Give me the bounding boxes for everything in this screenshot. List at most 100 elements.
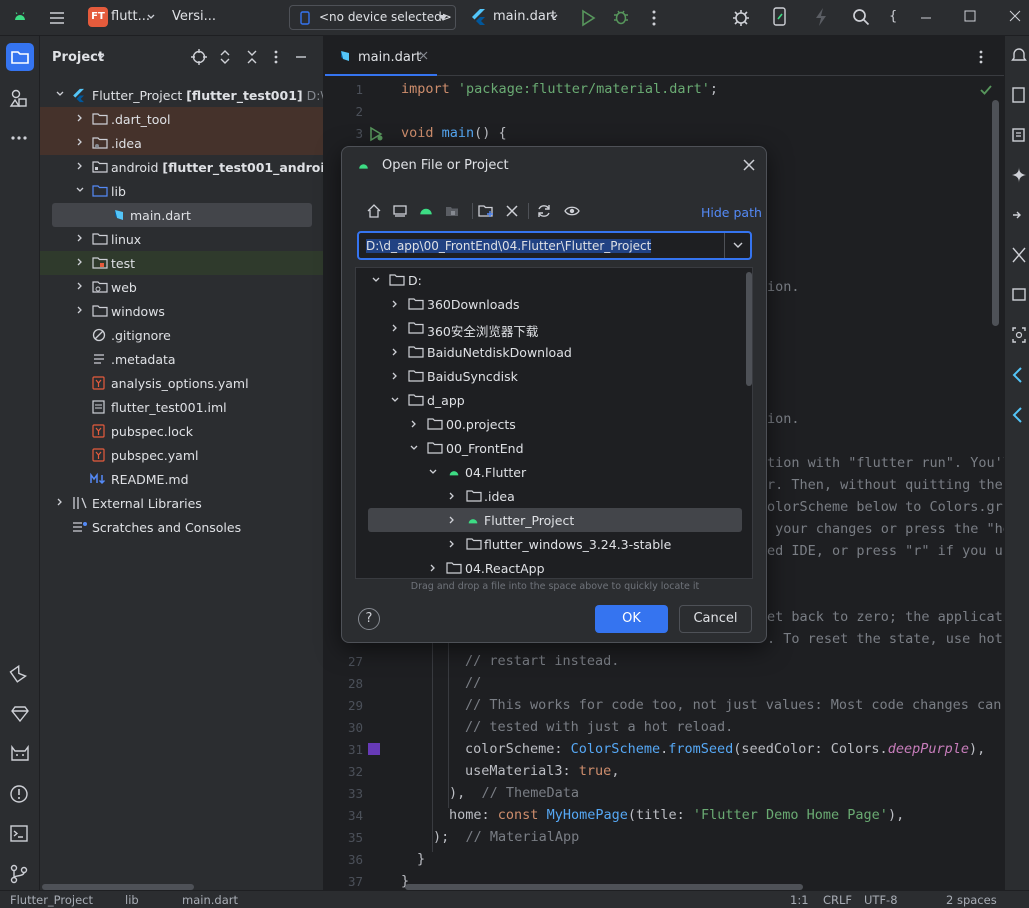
tools-icon[interactable] [1011, 246, 1027, 264]
cancel-button[interactable]: Cancel [679, 605, 752, 633]
chevron-right-icon[interactable] [75, 305, 85, 315]
device-selector[interactable]: <no device selected> [289, 5, 456, 30]
run-icon[interactable] [580, 9, 596, 27]
terminal-icon[interactable] [6, 822, 34, 846]
git-icon[interactable] [6, 862, 34, 886]
app-inspection-icon[interactable] [6, 742, 34, 766]
chevron-right-icon[interactable] [55, 497, 65, 507]
gem-icon[interactable] [6, 702, 34, 726]
running-devices-icon[interactable] [1011, 286, 1027, 304]
code-line[interactable]: // restart instead. [465, 653, 619, 669]
color-swatch-icon[interactable] [368, 743, 380, 755]
chevron-right-icon[interactable] [447, 491, 457, 501]
chevron-right-icon[interactable] [75, 161, 85, 171]
chevron-right-icon[interactable] [75, 113, 85, 123]
chevron-right-icon[interactable] [75, 257, 85, 267]
tree-row-folder[interactable]: 04.Flutter [356, 460, 752, 484]
code-line[interactable]: void main() { [401, 125, 507, 141]
tree-row-folder[interactable]: 00.projects [356, 412, 752, 436]
code-fragment[interactable]: r. Then, without quitting the [767, 477, 1003, 493]
tree-row-gitignore[interactable]: .gitignore [40, 323, 323, 347]
device-file-explorer-icon[interactable] [1011, 126, 1027, 144]
expand-all-icon[interactable] [218, 49, 232, 65]
chevron-down-icon[interactable] [371, 275, 381, 285]
tree-row-dart-tool[interactable]: .dart_tool [40, 107, 323, 131]
code-line[interactable]: // This works for code too, not just val… [465, 697, 1001, 713]
chevron-right-icon[interactable] [390, 323, 400, 333]
code-line[interactable]: // [465, 675, 481, 691]
gradle-icon[interactable] [1011, 86, 1027, 104]
tree-row-web[interactable]: web [40, 275, 323, 299]
delete-icon[interactable] [504, 203, 520, 219]
tree-row-lib[interactable]: lib [40, 179, 323, 203]
chevron-down-icon[interactable] [390, 395, 400, 405]
run-gutter-icon[interactable] [368, 126, 384, 142]
build-variants-icon[interactable] [6, 662, 34, 686]
code-line[interactable]: import 'package:flutter/material.dart'; [401, 81, 718, 97]
tree-row-external-libraries[interactable]: External Libraries [40, 491, 323, 515]
chevron-down-icon[interactable] [75, 185, 85, 195]
chevron-right-icon[interactable] [447, 539, 457, 549]
tree-row-folder[interactable]: 360安全浏览器下载 [356, 316, 752, 340]
file-encoding[interactable]: UTF-8 [864, 893, 898, 907]
tree-row-folder[interactable]: 04.ReactApp [356, 556, 752, 578]
collapse-all-icon[interactable] [245, 49, 259, 65]
hamburger-menu-icon[interactable] [48, 9, 66, 27]
help-button[interactable]: ? [358, 608, 380, 630]
code-line[interactable]: useMaterial3: true, [465, 763, 619, 779]
more-vertical-icon[interactable] [269, 49, 283, 65]
debug-icon[interactable] [612, 8, 630, 26]
breadcrumb-project[interactable]: Flutter_Project [10, 893, 93, 907]
chevron-right-icon[interactable] [75, 137, 85, 147]
refresh-icon[interactable] [536, 203, 552, 219]
chevron-down-icon[interactable] [732, 239, 744, 251]
file-tree[interactable]: D: 360Downloads 360安全浏览器下载 BaiduNetdiskD… [355, 267, 753, 579]
tree-row-folder[interactable]: BaiduNetdiskDownload [356, 340, 752, 364]
tree-row-folder[interactable]: BaiduSyncdisk [356, 364, 752, 388]
more-vertical-icon[interactable] [647, 9, 661, 27]
tree-row-linux[interactable]: linux [40, 227, 323, 251]
breadcrumb-lib[interactable]: lib [125, 893, 139, 907]
chevron-down-icon[interactable] [428, 467, 438, 477]
search-icon[interactable] [852, 8, 870, 26]
chevron-right-icon[interactable] [390, 299, 400, 309]
tree-row-readme[interactable]: README.md [40, 467, 323, 491]
minimize-icon[interactable] [920, 13, 932, 23]
chevron-right-icon[interactable] [75, 281, 85, 291]
tree-row-scratches[interactable]: Scratches and Consoles [40, 515, 323, 539]
breadcrumb-file[interactable]: main.dart [182, 893, 238, 907]
tree-row-pubspec-lock[interactable]: pubspec.lock [40, 419, 323, 443]
inspection-ok-icon[interactable] [979, 84, 993, 96]
link-icon[interactable] [1011, 206, 1027, 224]
project-tool-button[interactable] [6, 43, 34, 71]
home-icon[interactable] [366, 203, 382, 219]
tree-row-pubspec-yaml[interactable]: pubspec.yaml [40, 443, 323, 467]
caret-position[interactable]: 1:1 [790, 893, 809, 907]
code-fragment[interactable]: tion with "flutter run". You'l [767, 455, 1004, 471]
code-line[interactable]: } [417, 851, 425, 867]
chevron-down-icon[interactable] [549, 12, 559, 22]
chevron-down-icon[interactable] [409, 443, 419, 453]
editor-tab-main-dart[interactable]: main.dart [325, 36, 437, 76]
code-fragment[interactable]: your changes or press the "ho [767, 521, 1004, 537]
hide-path-link[interactable]: Hide path [701, 205, 762, 220]
path-input[interactable]: D:\d_app\00_FrontEnd\04.Flutter\Flutter_… [357, 231, 752, 260]
code-fragment[interactable]: ion. [767, 279, 800, 295]
code-with-me-icon[interactable]: { [889, 9, 897, 24]
ok-button[interactable]: OK [595, 605, 668, 633]
code-line[interactable]: colorScheme: ColorScheme.fromSeed(seedCo… [465, 741, 985, 757]
chevron-right-icon[interactable] [409, 419, 419, 429]
code-line[interactable]: ), // ThemeData [449, 785, 579, 801]
chevron-right-icon[interactable] [390, 371, 400, 381]
tree-row-folder[interactable]: d_app [356, 388, 752, 412]
show-hidden-icon[interactable] [563, 203, 581, 219]
code-fragment[interactable]: ion. [767, 411, 800, 427]
tree-row-android[interactable]: android [flutter_test001_android] [40, 155, 323, 179]
tree-row-drive-d[interactable]: D: [356, 268, 752, 292]
vertical-scrollbar[interactable] [746, 272, 752, 386]
code-line[interactable]: // tested with just a hot reload. [465, 719, 733, 735]
hide-icon[interactable] [294, 49, 308, 65]
chevron-down-icon[interactable] [55, 89, 65, 99]
tree-row-folder[interactable]: .idea [356, 484, 752, 508]
problems-icon[interactable] [6, 782, 34, 806]
